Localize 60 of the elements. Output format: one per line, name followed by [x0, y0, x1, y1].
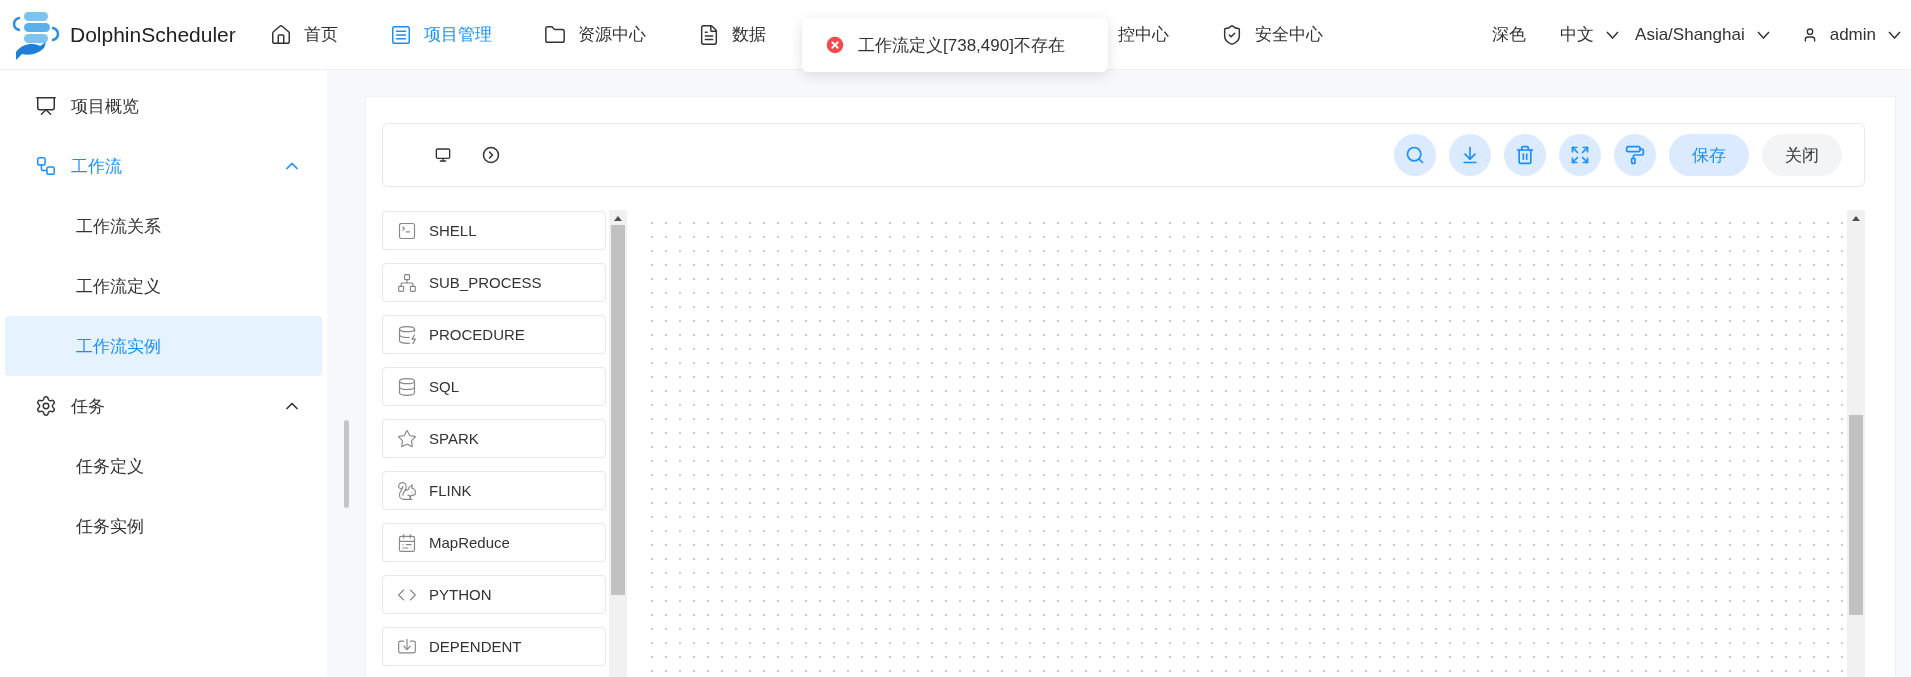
toast-message: 工作流定义[738,490]不存在: [858, 34, 1065, 57]
task-icon: [397, 324, 417, 345]
chevron-down-icon: [1756, 30, 1770, 39]
task-icon: [397, 480, 417, 501]
task-icon: [397, 376, 417, 397]
delete-button[interactable]: [1504, 134, 1546, 176]
task-icon: [397, 428, 417, 449]
task-item[interactable]: MapReduce: [382, 523, 606, 562]
scrollbar[interactable]: [343, 420, 349, 508]
fullscreen-button[interactable]: [1559, 134, 1601, 176]
nav-icon: [698, 23, 720, 46]
delete-icon: [1515, 145, 1535, 165]
sidebar-item[interactable]: 任务实例: [5, 496, 322, 556]
nav-icon: [270, 23, 292, 46]
nav-item[interactable]: 首页: [270, 23, 338, 46]
timezone-select[interactable]: Asia/Shanghai: [1635, 24, 1745, 45]
sidebar-icon: [35, 155, 57, 177]
search-icon: [1405, 145, 1425, 165]
close-button[interactable]: 关闭: [1762, 134, 1842, 176]
task-item[interactable]: SPARK: [382, 419, 606, 458]
sidebar-item[interactable]: 工作流定义: [5, 256, 322, 316]
task-icon: [397, 532, 417, 553]
nav-item[interactable]: 资源中心: [544, 23, 646, 46]
task-item[interactable]: PROCEDURE: [382, 315, 606, 354]
sidebar-item[interactable]: 工作流关系: [5, 196, 322, 256]
brand-name: DolphinScheduler: [70, 22, 236, 47]
sidebar-item[interactable]: 项目概览: [5, 76, 322, 136]
sidebar-item[interactable]: 任务定义: [5, 436, 322, 496]
task-item[interactable]: DEPENDENT: [382, 627, 606, 666]
nav-icon: [1221, 23, 1243, 46]
task-item[interactable]: SHELL: [382, 211, 606, 250]
task-item[interactable]: FLINK: [382, 471, 606, 510]
scrollbar[interactable]: [609, 210, 627, 677]
nav-item[interactable]: 控中心: [1118, 23, 1169, 46]
nav-icon: [544, 23, 566, 46]
task-icon: [397, 220, 417, 241]
task-item[interactable]: PYTHON: [382, 575, 606, 614]
error-icon: [824, 34, 846, 56]
download-button[interactable]: [1449, 134, 1491, 176]
format-icon: [1625, 145, 1645, 165]
download-icon: [1460, 145, 1480, 165]
fullscreen-icon: [1570, 145, 1590, 165]
format-button[interactable]: [1614, 134, 1656, 176]
run-icon[interactable]: [482, 146, 500, 164]
task-item[interactable]: SUB_PROCESS: [382, 263, 606, 302]
search-button[interactable]: [1394, 134, 1436, 176]
chevron-down-icon: [1888, 30, 1901, 39]
sidebar-item[interactable]: 任务: [5, 376, 322, 436]
nav-item[interactable]: 安全中心: [1221, 23, 1323, 46]
nav-item[interactable]: 数据: [698, 23, 766, 46]
nav-icon: [390, 23, 412, 46]
task-icon: [397, 272, 417, 293]
theme-toggle[interactable]: 深色: [1492, 23, 1527, 46]
scrollbar[interactable]: [1847, 210, 1865, 677]
language-select[interactable]: 中文: [1560, 23, 1595, 46]
chevron-down-icon: [1606, 30, 1620, 39]
sidebar-icon: [35, 395, 57, 417]
task-item[interactable]: SQL: [382, 367, 606, 406]
user-menu[interactable]: admin: [1829, 24, 1876, 45]
sidebar-icon: [35, 95, 57, 117]
